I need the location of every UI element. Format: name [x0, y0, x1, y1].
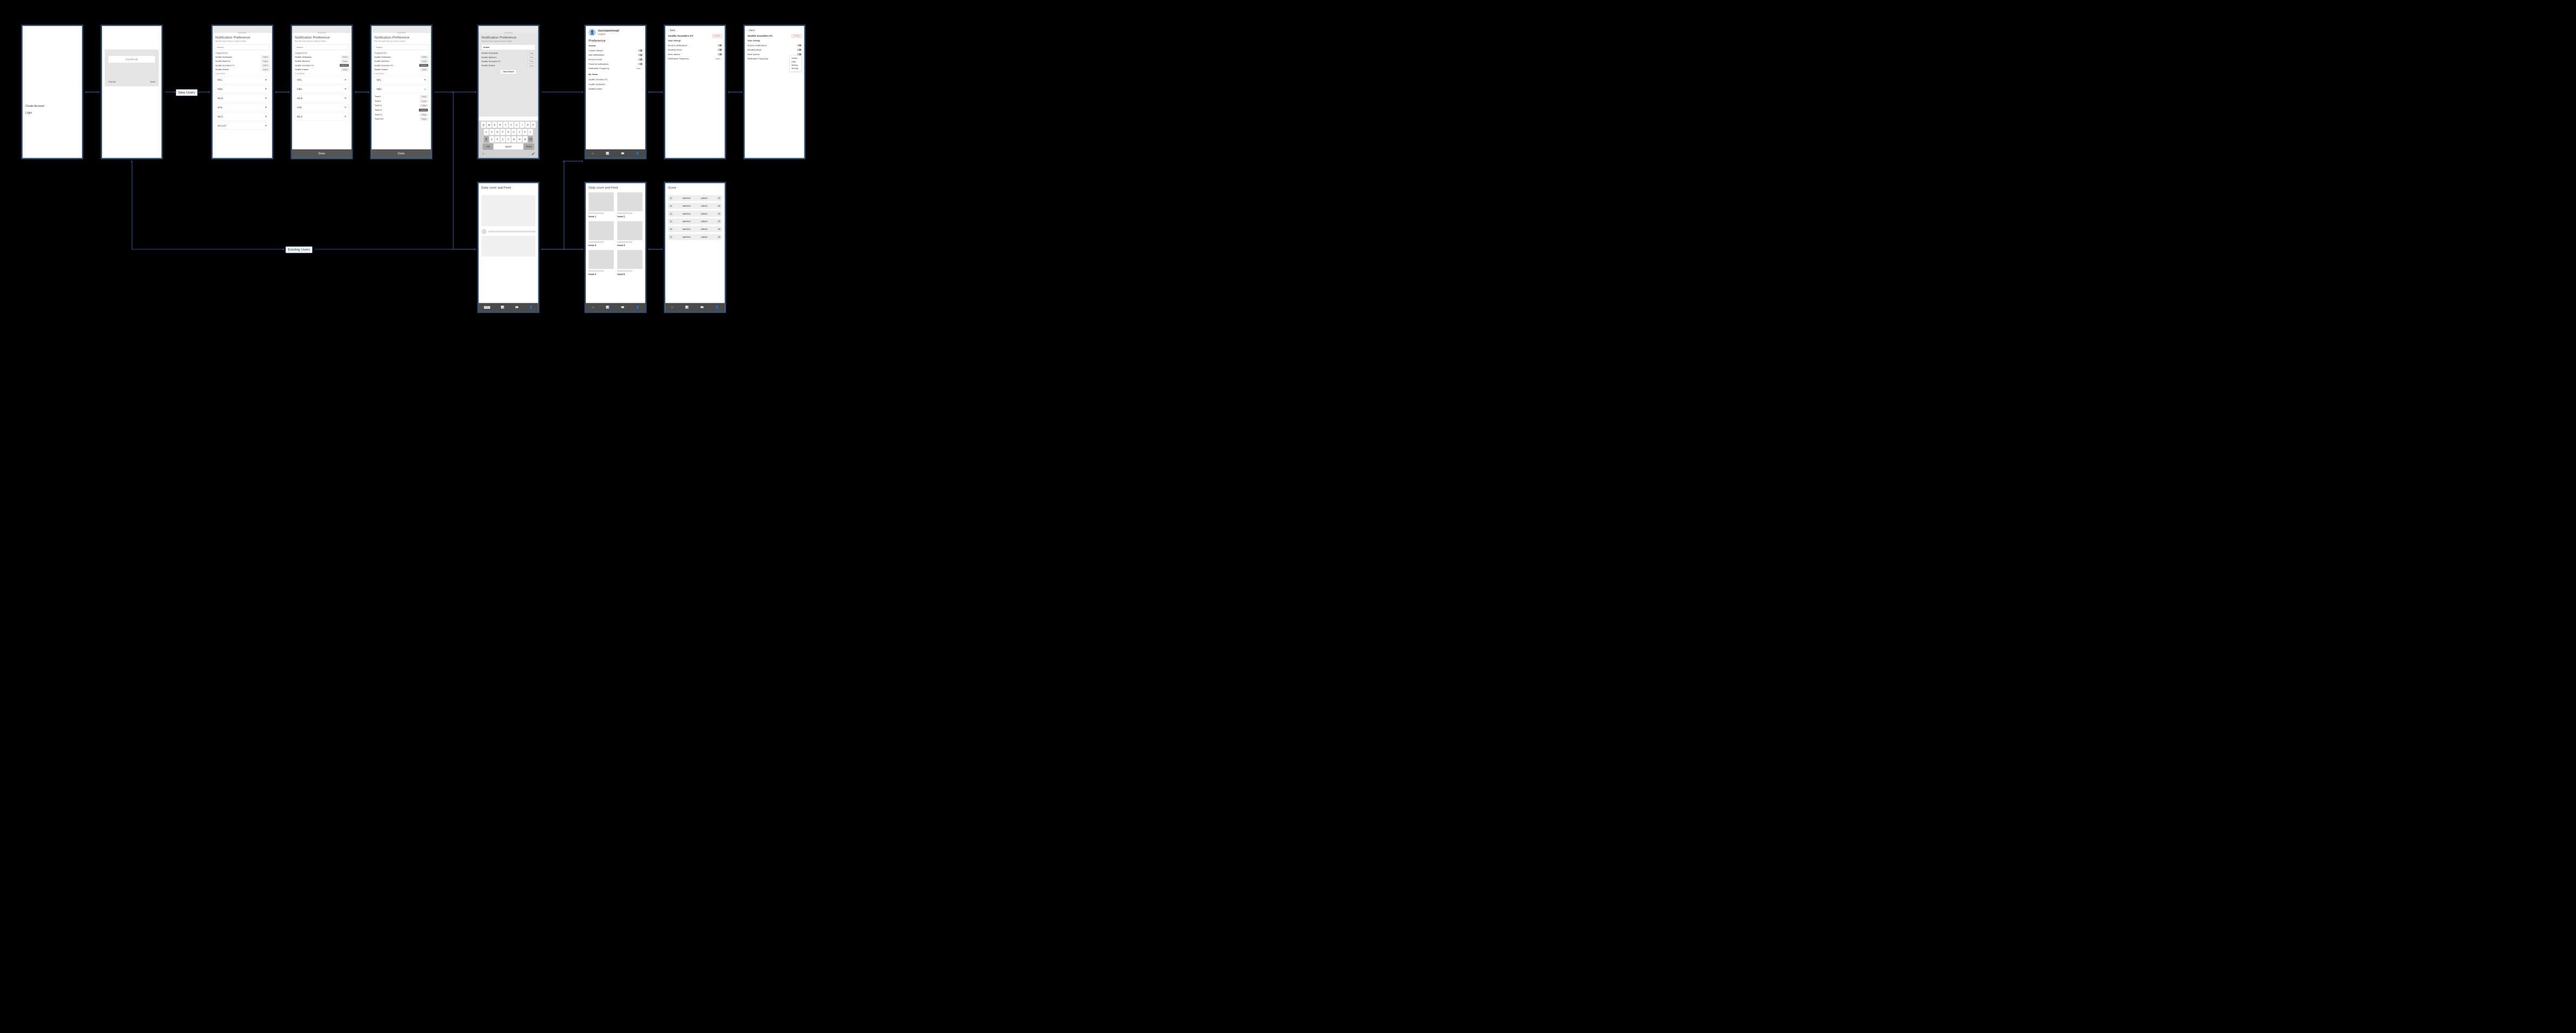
back-button[interactable]: ‹Back [665, 26, 725, 34]
follow-button[interactable]: Follow [262, 68, 269, 71]
league-nfl[interactable]: NFL+ [215, 76, 269, 84]
score-row[interactable]: 12warriorsLakers20 [668, 195, 722, 201]
next-button[interactable]: Next [150, 80, 155, 83]
feed-hero[interactable] [482, 195, 536, 226]
notif-title: Notification Preference [215, 36, 269, 39]
nav-library-icon[interactable]: 📖 [621, 152, 624, 155]
league-mls[interactable]: MLS+ [215, 113, 269, 120]
issue-tile[interactable]: Issue 1 [589, 192, 614, 218]
nav-profile-icon[interactable]: 👤 [636, 152, 639, 155]
flow-arrow [648, 249, 662, 250]
load-more[interactable]: Load More [215, 72, 269, 74]
team-row[interactable]: Seattle Seahawks› [586, 82, 645, 87]
search-input[interactable] [374, 44, 428, 50]
follow-button[interactable]: Follow [262, 60, 269, 63]
follow-button[interactable]: Follow [262, 64, 269, 67]
issue-tile[interactable]: Issue 2 [617, 192, 643, 218]
league-nhl[interactable]: NHL+ [215, 104, 269, 111]
league-nba[interactable]: NBA+ [215, 85, 269, 93]
feed-avatar [482, 229, 487, 234]
login-box: Email/Code Cancel Next [105, 50, 159, 86]
unfollow-button[interactable]: Unfollow [712, 35, 722, 38]
nav-feed[interactable]: FEED [484, 306, 490, 309]
toggle[interactable] [638, 58, 643, 60]
screen-team-settings: ‹Back Seattle Sounders FC Unfollow Team … [664, 25, 726, 160]
league-mlb[interactable]: MLB+ [215, 94, 269, 102]
team-row[interactable]: Seattle Sounders FC› [586, 77, 645, 82]
existing-users-label: Existing Users [286, 246, 313, 253]
cancel-button[interactable]: Cancel [108, 80, 116, 83]
screen-search-keyboard: Notification Preference Pick the team th… [477, 25, 539, 160]
issue-tile[interactable]: Issue 4 [617, 221, 643, 247]
clear-search-button[interactable]: Clear Search [501, 70, 517, 74]
unfollow-button[interactable]: Unfollow [792, 35, 801, 38]
chevron-right-icon: › [641, 78, 642, 80]
nav-home-icon[interactable]: ▭ [592, 152, 594, 155]
issue-tile[interactable]: Issue 3 [589, 221, 614, 247]
screen-nba-expanded: Notification Preference Pick the team th… [370, 25, 432, 160]
toggle[interactable] [638, 49, 643, 51]
screen-issues: Daily cover and Feed Issue 1 Issue 2 Iss… [584, 182, 646, 313]
screen-feed: Daily cover and Feed FEED 📊 📖 👤 [477, 182, 539, 313]
emoji-icon[interactable]: ☺ [482, 152, 484, 155]
nav-stats-icon[interactable]: 📊 [501, 305, 504, 309]
login-link[interactable]: Login [25, 111, 79, 114]
screen-score: Score 12warriorsLakers20 12warriorsLaker… [664, 182, 726, 313]
back-button[interactable]: ‹Back [745, 26, 804, 34]
toggle[interactable] [638, 63, 643, 65]
issue-tile[interactable]: Issue 5 [589, 250, 614, 275]
search-input[interactable] [215, 44, 269, 50]
screen-notif-done: Notification Preference Pick the team th… [290, 25, 353, 160]
create-account-link[interactable]: Create Account [25, 105, 79, 108]
search-input[interactable] [295, 44, 349, 50]
screen-notif-leagues: Notification Preference Pick the team th… [211, 25, 273, 160]
flow-arrow [315, 249, 476, 250]
avatar: 👤 [589, 29, 596, 36]
screen-profile: 👤 Username/email Logout Preference Gener… [584, 25, 646, 160]
logout-button[interactable]: Logout [598, 32, 619, 35]
shift-key[interactable]: ⬆ [484, 136, 489, 142]
keyboard[interactable]: QWERTYUIOP ASDFGHJKL ⬆ZXCVBNM⌫ 123 space… [479, 121, 538, 158]
notif-sub: Pick the team that you want to follow [215, 40, 269, 43]
issue-tile[interactable]: Issue 6 [617, 250, 643, 275]
screen-team-settings-dropdown: ‹Back Seattle Sounders FC Unfollow Team … [743, 25, 806, 160]
nav-stats-icon[interactable]: 📊 [606, 152, 609, 155]
following-button[interactable]: Following [340, 64, 349, 67]
done-button[interactable]: Done [371, 149, 431, 158]
nav-library-icon[interactable]: 📖 [515, 305, 518, 309]
email-code-input[interactable]: Email/Code [108, 56, 155, 63]
league-ncaaf[interactable]: NCAAF+ [215, 122, 269, 130]
bottom-nav: ▭ 📊 📖 👤 [586, 149, 645, 158]
new-users-label: New Users [176, 89, 198, 96]
flow-arrow [132, 249, 284, 250]
mic-icon[interactable]: 🎤 [532, 152, 535, 155]
screen-auth: Create Account Login [21, 25, 83, 160]
team-row[interactable]: Seattle Kraken› [586, 86, 645, 91]
frequency-dropdown[interactable]: Instant Daily Weekly Monthly [790, 56, 802, 72]
backspace-key[interactable]: ⌫ [528, 136, 533, 142]
follow-button[interactable]: Follow [262, 56, 269, 58]
toggle[interactable] [638, 54, 643, 56]
flow-arrow [542, 249, 583, 250]
nav-profile-icon[interactable]: 👤 [529, 305, 532, 309]
search-input[interactable] [482, 44, 536, 50]
flow-arrow [453, 92, 454, 249]
done-button[interactable]: Done [292, 149, 351, 158]
screen-code: Email/Code Cancel Next [100, 25, 163, 160]
